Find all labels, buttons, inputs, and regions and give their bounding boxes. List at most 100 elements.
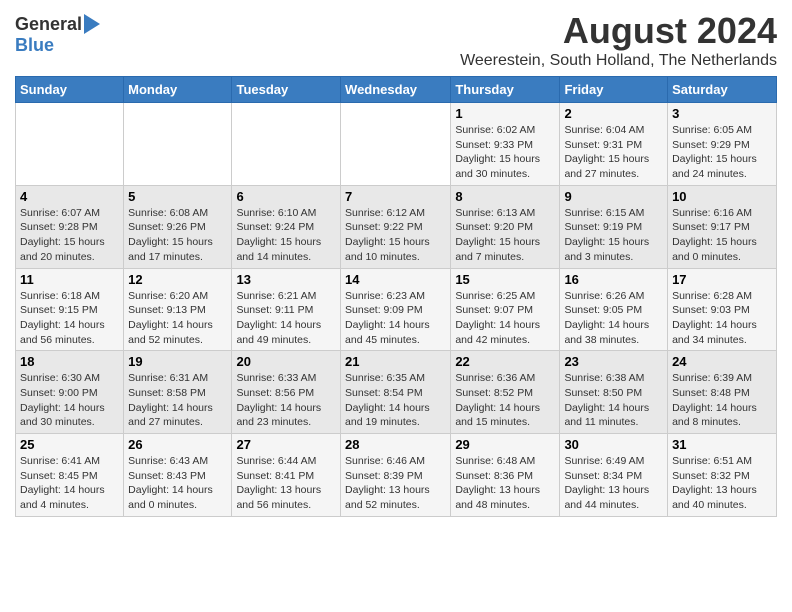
day-info: Sunrise: 6:05 AM Sunset: 9:29 PM Dayligh…	[672, 123, 772, 182]
calendar-body: 1 Sunrise: 6:02 AM Sunset: 9:33 PM Daylig…	[16, 103, 777, 517]
day-number: 3	[672, 106, 772, 121]
day-info: Sunrise: 6:35 AM Sunset: 8:54 PM Dayligh…	[345, 371, 446, 430]
day-number: 26	[128, 437, 227, 452]
calendar-week-row: 1 Sunrise: 6:02 AM Sunset: 9:33 PM Daylig…	[16, 103, 777, 186]
day-info: Sunrise: 6:46 AM Sunset: 8:39 PM Dayligh…	[345, 454, 446, 513]
calendar-cell: 11Sunrise: 6:18 AM Sunset: 9:15 PM Dayli…	[16, 268, 124, 351]
calendar-cell: 18 Sunrise: 6:30 AM Sunset: 9:00 PM Dayli…	[16, 351, 124, 434]
weekday-header-row: SundayMondayTuesdayWednesdayThursdayFrid…	[16, 77, 777, 103]
calendar-cell	[232, 103, 341, 186]
calendar-cell: 10 Sunrise: 6:16 AM Sunset: 9:17 PM Dayli…	[668, 185, 777, 268]
day-info: Sunrise: 6:49 AM Sunset: 8:34 PM Dayligh…	[564, 454, 663, 513]
day-number: 23	[564, 354, 663, 369]
day-number: 13	[236, 272, 336, 287]
calendar-cell: 17 Sunrise: 6:28 AM Sunset: 9:03 PM Dayli…	[668, 268, 777, 351]
day-number: 25	[20, 437, 119, 452]
day-info: Sunrise: 6:41 AM Sunset: 8:45 PM Dayligh…	[20, 454, 119, 513]
calendar-cell: 13Sunrise: 6:21 AM Sunset: 9:11 PM Dayli…	[232, 268, 341, 351]
header: General Blue August 2024 Weerestein, Sou…	[15, 10, 777, 70]
calendar-cell	[341, 103, 451, 186]
day-number: 20	[236, 354, 336, 369]
calendar-cell: 8Sunrise: 6:13 AM Sunset: 9:20 PM Daylig…	[451, 185, 560, 268]
day-info: Sunrise: 6:15 AM Sunset: 9:19 PM Dayligh…	[564, 206, 663, 265]
day-info: Sunrise: 6:43 AM Sunset: 8:43 PM Dayligh…	[128, 454, 227, 513]
month-year-title: August 2024	[460, 10, 777, 52]
day-number: 28	[345, 437, 446, 452]
calendar-cell: 16 Sunrise: 6:26 AM Sunset: 9:05 PM Dayli…	[560, 268, 668, 351]
calendar-week-row: 18 Sunrise: 6:30 AM Sunset: 9:00 PM Dayli…	[16, 351, 777, 434]
day-number: 24	[672, 354, 772, 369]
day-info: Sunrise: 6:31 AM Sunset: 8:58 PM Dayligh…	[128, 371, 227, 430]
day-info: Sunrise: 6:10 AM Sunset: 9:24 PM Dayligh…	[236, 206, 336, 265]
title-area: August 2024 Weerestein, South Holland, T…	[460, 10, 777, 70]
day-number: 30	[564, 437, 663, 452]
day-number: 17	[672, 272, 772, 287]
calendar-cell: 4Sunrise: 6:07 AM Sunset: 9:28 PM Daylig…	[16, 185, 124, 268]
calendar-cell: 9 Sunrise: 6:15 AM Sunset: 9:19 PM Daylig…	[560, 185, 668, 268]
day-info: Sunrise: 6:18 AM Sunset: 9:15 PM Dayligh…	[20, 289, 119, 348]
calendar-cell: 30 Sunrise: 6:49 AM Sunset: 8:34 PM Dayli…	[560, 434, 668, 517]
calendar-cell: 12 Sunrise: 6:20 AM Sunset: 9:13 PM Dayli…	[124, 268, 232, 351]
day-number: 10	[672, 189, 772, 204]
day-number: 21	[345, 354, 446, 369]
calendar-cell: 19 Sunrise: 6:31 AM Sunset: 8:58 PM Dayli…	[124, 351, 232, 434]
day-info: Sunrise: 6:20 AM Sunset: 9:13 PM Dayligh…	[128, 289, 227, 348]
calendar-cell: 15 Sunrise: 6:25 AM Sunset: 9:07 PM Dayli…	[451, 268, 560, 351]
calendar-cell: 28 Sunrise: 6:46 AM Sunset: 8:39 PM Dayli…	[341, 434, 451, 517]
calendar-header: SundayMondayTuesdayWednesdayThursdayFrid…	[16, 77, 777, 103]
day-number: 5	[128, 189, 227, 204]
day-number: 2	[564, 106, 663, 121]
day-number: 19	[128, 354, 227, 369]
day-number: 9	[564, 189, 663, 204]
day-number: 12	[128, 272, 227, 287]
day-number: 27	[236, 437, 336, 452]
day-number: 31	[672, 437, 772, 452]
calendar-cell: 7Sunrise: 6:12 AM Sunset: 9:22 PM Daylig…	[341, 185, 451, 268]
day-info: Sunrise: 6:26 AM Sunset: 9:05 PM Dayligh…	[564, 289, 663, 348]
calendar-week-row: 25 Sunrise: 6:41 AM Sunset: 8:45 PM Dayli…	[16, 434, 777, 517]
day-number: 16	[564, 272, 663, 287]
calendar-cell: 5 Sunrise: 6:08 AM Sunset: 9:26 PM Daylig…	[124, 185, 232, 268]
calendar-cell: 27 Sunrise: 6:44 AM Sunset: 8:41 PM Dayli…	[232, 434, 341, 517]
calendar-cell: 20 Sunrise: 6:33 AM Sunset: 8:56 PM Dayli…	[232, 351, 341, 434]
calendar-cell: 1 Sunrise: 6:02 AM Sunset: 9:33 PM Daylig…	[451, 103, 560, 186]
calendar-cell: 29Sunrise: 6:48 AM Sunset: 8:36 PM Dayli…	[451, 434, 560, 517]
calendar-cell: 26 Sunrise: 6:43 AM Sunset: 8:43 PM Dayli…	[124, 434, 232, 517]
day-info: Sunrise: 6:33 AM Sunset: 8:56 PM Dayligh…	[236, 371, 336, 430]
calendar-cell	[16, 103, 124, 186]
calendar-cell	[124, 103, 232, 186]
calendar-table: SundayMondayTuesdayWednesdayThursdayFrid…	[15, 76, 777, 517]
day-number: 4	[20, 189, 119, 204]
weekday-header-saturday: Saturday	[668, 77, 777, 103]
day-number: 29	[455, 437, 555, 452]
calendar-week-row: 11Sunrise: 6:18 AM Sunset: 9:15 PM Dayli…	[16, 268, 777, 351]
day-info: Sunrise: 6:16 AM Sunset: 9:17 PM Dayligh…	[672, 206, 772, 265]
day-number: 22	[455, 354, 555, 369]
day-info: Sunrise: 6:51 AM Sunset: 8:32 PM Dayligh…	[672, 454, 772, 513]
weekday-header-friday: Friday	[560, 77, 668, 103]
calendar-week-row: 4Sunrise: 6:07 AM Sunset: 9:28 PM Daylig…	[16, 185, 777, 268]
day-info: Sunrise: 6:28 AM Sunset: 9:03 PM Dayligh…	[672, 289, 772, 348]
day-info: Sunrise: 6:30 AM Sunset: 9:00 PM Dayligh…	[20, 371, 119, 430]
day-number: 1	[455, 106, 555, 121]
day-info: Sunrise: 6:44 AM Sunset: 8:41 PM Dayligh…	[236, 454, 336, 513]
day-number: 14	[345, 272, 446, 287]
day-number: 7	[345, 189, 446, 204]
day-info: Sunrise: 6:04 AM Sunset: 9:31 PM Dayligh…	[564, 123, 663, 182]
calendar-cell: 25 Sunrise: 6:41 AM Sunset: 8:45 PM Dayli…	[16, 434, 124, 517]
day-info: Sunrise: 6:25 AM Sunset: 9:07 PM Dayligh…	[455, 289, 555, 348]
day-number: 18	[20, 354, 119, 369]
day-info: Sunrise: 6:02 AM Sunset: 9:33 PM Dayligh…	[455, 123, 555, 182]
calendar-cell: 31 Sunrise: 6:51 AM Sunset: 8:32 PM Dayli…	[668, 434, 777, 517]
calendar-cell: 2 Sunrise: 6:04 AM Sunset: 9:31 PM Daylig…	[560, 103, 668, 186]
day-number: 6	[236, 189, 336, 204]
calendar-cell: 22Sunrise: 6:36 AM Sunset: 8:52 PM Dayli…	[451, 351, 560, 434]
logo: General Blue	[15, 10, 100, 56]
calendar-cell: 3 Sunrise: 6:05 AM Sunset: 9:29 PM Daylig…	[668, 103, 777, 186]
weekday-header-sunday: Sunday	[16, 77, 124, 103]
day-number: 15	[455, 272, 555, 287]
day-info: Sunrise: 6:38 AM Sunset: 8:50 PM Dayligh…	[564, 371, 663, 430]
calendar-cell: 14Sunrise: 6:23 AM Sunset: 9:09 PM Dayli…	[341, 268, 451, 351]
day-info: Sunrise: 6:08 AM Sunset: 9:26 PM Dayligh…	[128, 206, 227, 265]
calendar-cell: 24Sunrise: 6:39 AM Sunset: 8:48 PM Dayli…	[668, 351, 777, 434]
